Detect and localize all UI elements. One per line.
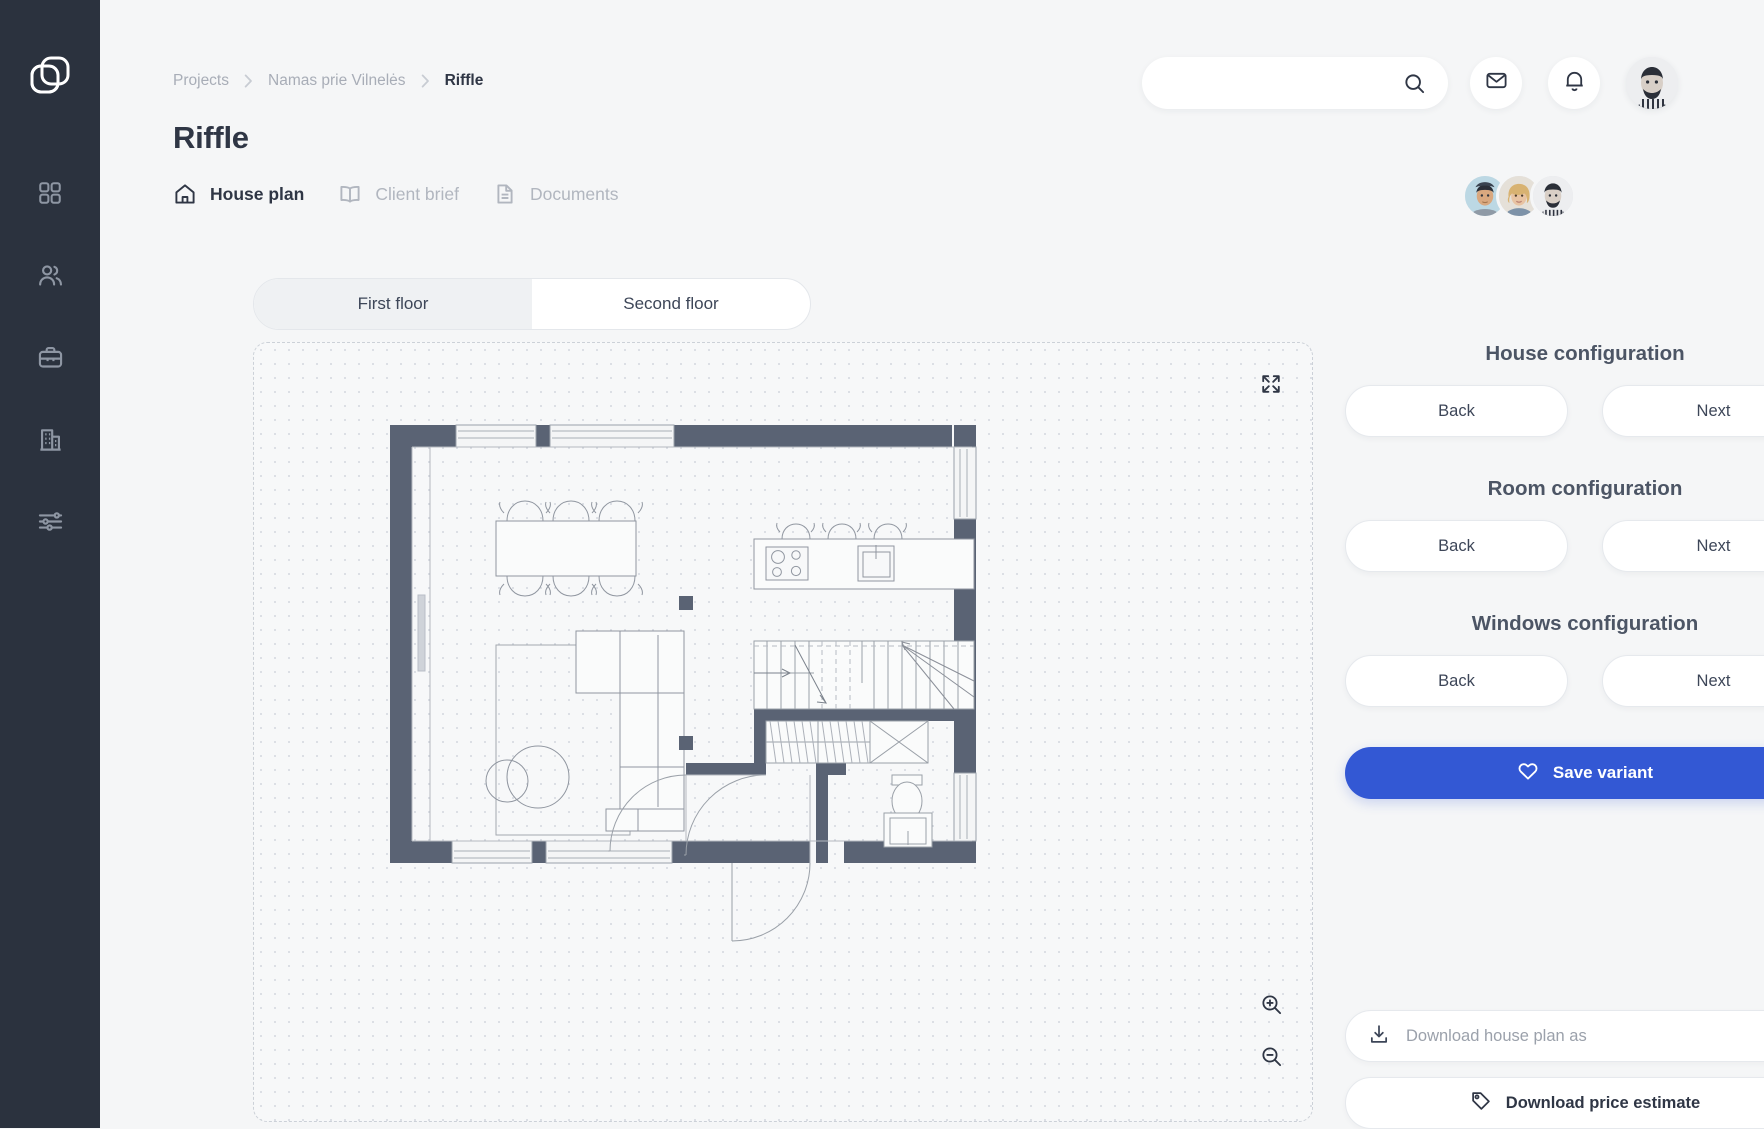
- bell-icon: [1563, 69, 1586, 97]
- notifications-button[interactable]: [1548, 57, 1600, 109]
- breadcrumb: Projects Namas prie Vilnelės Riffle: [173, 72, 483, 90]
- team-member-3[interactable]: [1530, 173, 1576, 219]
- floor-switch: First floor Second floor: [253, 278, 811, 330]
- breadcrumb-item-current: Riffle: [444, 72, 484, 89]
- sidebar-item-dashboard[interactable]: [27, 170, 73, 216]
- windows-configuration-title: Windows configuration: [1471, 612, 1699, 635]
- chevron-right-icon: [244, 74, 253, 88]
- search-input[interactable]: [1142, 57, 1403, 109]
- house-configuration-title: House configuration: [1485, 342, 1685, 365]
- floor-plan-canvas[interactable]: [253, 342, 1313, 1122]
- configuration-panel: House configuration Back Next Room confi…: [1345, 342, 1764, 799]
- floor-plan-drawing: [390, 424, 977, 942]
- save-variant-button[interactable]: Save variant: [1345, 747, 1764, 799]
- tab-house-plan[interactable]: House plan: [173, 182, 304, 206]
- tab-client-brief[interactable]: Client brief: [338, 182, 459, 206]
- sidebar-item-projects[interactable]: [27, 334, 73, 380]
- room-config-back-button[interactable]: Back: [1345, 520, 1568, 572]
- avatar[interactable]: [1626, 57, 1678, 109]
- floor-option-first[interactable]: First floor: [254, 279, 532, 329]
- search-box[interactable]: [1142, 57, 1448, 109]
- download-price-estimate-label: Download price estimate: [1505, 1093, 1701, 1112]
- book-icon: [338, 182, 362, 206]
- search-icon[interactable]: [1403, 72, 1448, 95]
- zoom-out-icon[interactable]: [1254, 1039, 1288, 1073]
- tag-icon: [1470, 1090, 1492, 1117]
- download-icon: [1368, 1023, 1390, 1050]
- download-house-plan-label: Download house plan as: [1406, 1026, 1587, 1045]
- sidebar-item-settings[interactable]: [27, 498, 73, 544]
- page-title: Riffle: [173, 120, 249, 155]
- tab-documents[interactable]: Documents: [493, 182, 619, 206]
- download-price-estimate-button[interactable]: Download price estimate: [1345, 1077, 1764, 1129]
- house-configuration-controls: Back Next: [1345, 385, 1764, 437]
- tab-documents-label: Documents: [529, 183, 619, 204]
- sidebar: [0, 0, 100, 1128]
- room-configuration-title: Room configuration: [1487, 477, 1683, 500]
- house-config-back-button[interactable]: Back: [1345, 385, 1568, 437]
- sidebar-item-buildings[interactable]: [27, 416, 73, 462]
- avatar-image: [1626, 57, 1678, 109]
- heart-icon: [1517, 760, 1539, 787]
- tab-house-plan-label: House plan: [210, 183, 305, 204]
- breadcrumb-item-project[interactable]: Namas prie Vilnelės: [268, 72, 406, 90]
- team-member-3-image: [1533, 176, 1573, 216]
- windows-configuration-controls: Back Next: [1345, 655, 1764, 707]
- app-logo-icon[interactable]: [22, 48, 78, 104]
- save-variant-label: Save variant: [1552, 763, 1654, 782]
- house-config-next-button[interactable]: Next: [1602, 385, 1764, 437]
- main-content: Projects Namas prie Vilnelės Riffle Riff…: [100, 0, 1764, 1129]
- chevron-right-icon-2: [421, 74, 430, 88]
- mail-icon: [1485, 69, 1508, 97]
- team-avatars: [1462, 173, 1576, 219]
- room-configuration-controls: Back Next: [1345, 520, 1764, 572]
- breadcrumb-item-projects[interactable]: Projects: [173, 72, 229, 90]
- sidebar-item-clients[interactable]: [27, 252, 73, 298]
- zoom-in-icon[interactable]: [1254, 987, 1288, 1021]
- bottom-actions: Download house plan as Download price es…: [1345, 1010, 1764, 1129]
- document-icon: [493, 182, 517, 206]
- home-icon: [173, 182, 197, 206]
- windows-config-back-button[interactable]: Back: [1345, 655, 1568, 707]
- fullscreen-icon[interactable]: [1254, 367, 1288, 401]
- download-house-plan-select[interactable]: Download house plan as: [1345, 1010, 1764, 1062]
- tab-client-brief-label: Client brief: [375, 183, 459, 204]
- mail-button[interactable]: [1470, 57, 1522, 109]
- sidebar-nav: [27, 170, 73, 544]
- room-config-next-button[interactable]: Next: [1602, 520, 1764, 572]
- windows-config-next-button[interactable]: Next: [1602, 655, 1764, 707]
- content-tabs: House plan Client brief Documents: [173, 182, 619, 206]
- floor-option-second[interactable]: Second floor: [532, 279, 810, 329]
